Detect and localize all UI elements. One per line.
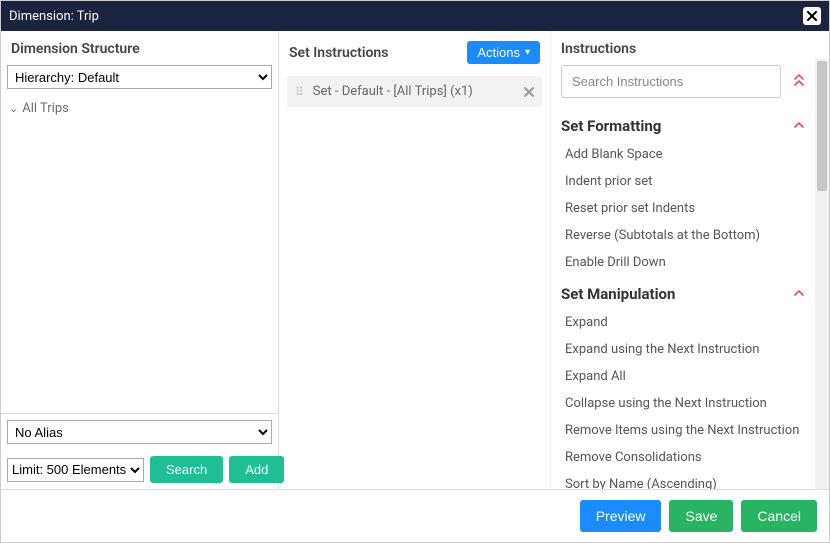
chevron-up-icon <box>793 121 805 129</box>
double-chevron-up-icon <box>793 73 805 87</box>
set-instructions-title: Set Instructions <box>289 45 388 61</box>
titlebar: Dimension: Trip <box>1 1 829 31</box>
close-button[interactable] <box>803 7 821 25</box>
search-button[interactable]: Search <box>150 456 223 483</box>
instruction-item[interactable]: Reverse (Subtotals at the Bottom) <box>551 222 819 249</box>
tree-item-label: All Trips <box>22 101 69 116</box>
hierarchy-tree[interactable]: ⌄ All Trips <box>1 95 278 413</box>
set-instructions-panel: Set Instructions Actions ▾ ⠿ Set - Defau… <box>279 31 551 489</box>
close-icon <box>807 11 817 21</box>
scrollbar-thumb[interactable] <box>817 61 827 191</box>
close-icon <box>524 87 534 97</box>
tree-root-item[interactable]: ⌄ All Trips <box>9 99 270 118</box>
instruction-item[interactable]: Reset prior set Indents <box>551 195 819 222</box>
modal-footer: Preview Save Cancel <box>1 489 829 542</box>
instruction-item[interactable]: Sort by Name (Ascending) <box>551 471 819 489</box>
instruction-item[interactable]: Expand All <box>551 363 819 390</box>
chip-remove-button[interactable] <box>524 83 534 101</box>
vertical-scrollbar[interactable]: ▼ <box>815 59 829 489</box>
section-title-label: Set Manipulation <box>561 285 675 303</box>
alias-select[interactable]: No Alias <box>7 420 272 444</box>
search-instructions-input[interactable] <box>561 65 781 98</box>
set-instruction-chip[interactable]: ⠿ Set - Default - [All Trips] (x1) <box>287 76 542 107</box>
collapse-all-toggle[interactable] <box>789 71 809 93</box>
cancel-button[interactable]: Cancel <box>741 500 817 532</box>
instructions-header: Instructions <box>551 31 819 59</box>
chip-label: Set - Default - [All Trips] (x1) <box>313 84 473 99</box>
instruction-item[interactable]: Remove Items using the Next Instruction <box>551 417 819 444</box>
actions-button-label: Actions <box>477 45 520 60</box>
limit-select[interactable]: Limit: 500 Elements <box>7 458 144 482</box>
dimension-editor-modal: Dimension: Trip Dimension Structure Hier… <box>0 0 830 543</box>
section-title-label: Set Formatting <box>561 117 661 135</box>
add-button[interactable]: Add <box>229 456 284 483</box>
instruction-item[interactable]: Remove Consolidations <box>551 444 819 471</box>
structure-footer: No Alias Limit: 500 Elements Search Add <box>1 413 278 489</box>
save-button[interactable]: Save <box>669 500 733 532</box>
modal-body: Dimension Structure Hierarchy: Default ⌄… <box>1 31 829 489</box>
instruction-item[interactable]: Collapse using the Next Instruction <box>551 390 819 417</box>
set-instructions-header: Set Instructions Actions ▾ <box>279 31 550 72</box>
set-formatting-section[interactable]: Set Formatting <box>551 108 819 141</box>
dimension-structure-header: Dimension Structure <box>1 31 278 65</box>
chevron-down-icon: ▾ <box>525 47 530 58</box>
instructions-panel: Instructions Set Formatting Add Blank Sp… <box>551 31 829 489</box>
instruction-item[interactable]: Enable Drill Down <box>551 249 819 276</box>
drag-handle-icon[interactable]: ⠿ <box>295 89 305 95</box>
actions-button[interactable]: Actions ▾ <box>467 41 540 64</box>
instruction-item[interactable]: Indent prior set <box>551 168 819 195</box>
preview-button[interactable]: Preview <box>580 500 662 532</box>
dimension-structure-panel: Dimension Structure Hierarchy: Default ⌄… <box>1 31 279 489</box>
instruction-item[interactable]: Expand using the Next Instruction <box>551 336 819 363</box>
hierarchy-select[interactable]: Hierarchy: Default <box>7 65 272 89</box>
set-manipulation-section[interactable]: Set Manipulation <box>551 276 819 309</box>
instruction-item[interactable]: Expand <box>551 309 819 336</box>
chevron-down-icon: ⌄ <box>9 102 18 115</box>
chevron-up-icon <box>793 289 805 297</box>
instruction-item[interactable]: Add Blank Space <box>551 141 819 168</box>
modal-title: Dimension: Trip <box>9 9 99 24</box>
section-collapse-toggle[interactable] <box>789 284 809 303</box>
section-collapse-toggle[interactable] <box>789 116 809 135</box>
